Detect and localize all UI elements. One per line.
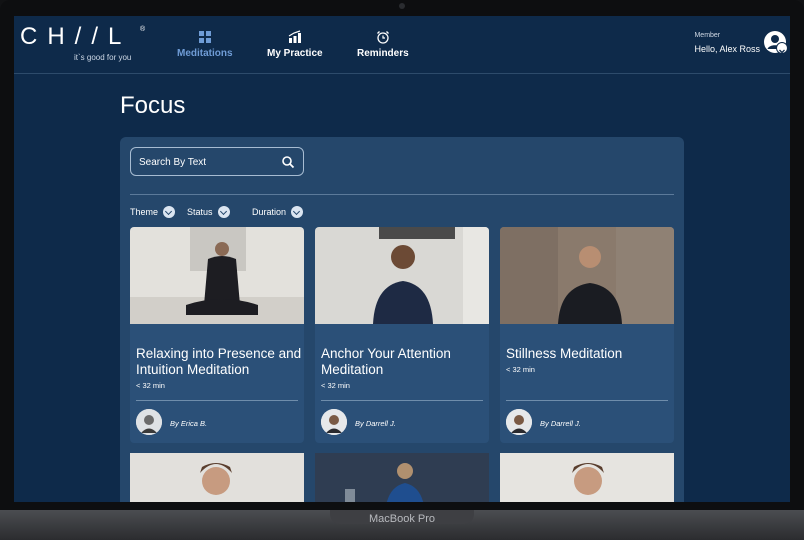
- card-title: Anchor Your Attention Meditation: [321, 346, 451, 377]
- video-thumbnail: [315, 227, 489, 324]
- grid-icon: [198, 31, 211, 43]
- page-title: Focus: [120, 92, 186, 119]
- search-icon[interactable]: [281, 155, 295, 169]
- chevron-down-icon: [217, 206, 230, 218]
- top-nav: CH//L ® it`s good for you Meditations My…: [14, 16, 790, 74]
- nav-label: Meditations: [177, 48, 233, 59]
- chart-icon: [288, 30, 301, 43]
- card-duration: < 32 min: [321, 381, 350, 390]
- member-role: Member: [694, 32, 721, 39]
- search-placeholder: Search By Text: [139, 157, 207, 168]
- video-thumbnail: [130, 227, 304, 324]
- search-input[interactable]: Search By Text: [130, 147, 304, 176]
- chevron-down-icon: [291, 206, 304, 218]
- meditation-card[interactable]: Stillness Meditation < 32 min By Darrell…: [500, 227, 674, 443]
- filter-status[interactable]: Status: [187, 206, 230, 218]
- device-label: MacBook Pro: [368, 513, 436, 525]
- alarm-clock-icon: [376, 31, 389, 44]
- webcam-icon: [399, 3, 405, 9]
- registered-mark: ®: [140, 26, 146, 33]
- nav-item-reminders[interactable]: Reminders: [357, 30, 409, 59]
- meditation-card[interactable]: [500, 453, 674, 502]
- member-greeting: Member Hello, Alex Ross: [694, 32, 760, 57]
- filter-theme[interactable]: Theme: [130, 206, 176, 218]
- chevron-down-icon[interactable]: [776, 42, 788, 54]
- divider: [136, 400, 298, 401]
- divider: [321, 400, 483, 401]
- card-title: Stillness Meditation: [506, 346, 623, 361]
- card-author: By Darrell J.: [355, 419, 396, 428]
- meditation-card[interactable]: Anchor Your Attention Meditation < 32 mi…: [315, 227, 489, 443]
- card-duration: < 32 min: [506, 365, 535, 374]
- member-name: Hello, Alex Ross: [694, 44, 760, 54]
- author-avatar: [321, 409, 347, 435]
- filter-label: Duration: [252, 207, 287, 217]
- chill-logo[interactable]: CH//L: [20, 23, 131, 51]
- video-thumbnail: [500, 227, 674, 324]
- nav-item-meditations[interactable]: Meditations: [177, 30, 233, 59]
- card-title: Relaxing into Presence and Intuition Med…: [136, 346, 302, 377]
- laptop-frame: CH//L ® it`s good for you Meditations My…: [0, 0, 804, 540]
- author-avatar: [506, 409, 532, 435]
- chevron-down-icon: [163, 206, 176, 218]
- divider: [506, 400, 668, 401]
- video-thumbnail: [500, 453, 674, 502]
- card-author: By Erica B.: [170, 419, 208, 428]
- app-screen: CH//L ® it`s good for you Meditations My…: [14, 16, 790, 502]
- meditation-panel: Search By Text Theme Status Duration Rel…: [120, 137, 684, 502]
- filter-label: Status: [187, 207, 213, 217]
- meditation-card[interactable]: [315, 453, 489, 502]
- divider: [130, 194, 674, 195]
- card-author: By Darrell J.: [540, 419, 581, 428]
- video-thumbnail: [130, 453, 304, 502]
- author-avatar: [136, 409, 162, 435]
- nav-label: My Practice: [267, 48, 323, 59]
- nav-item-my-practice[interactable]: My Practice: [267, 30, 323, 59]
- brand-tagline: it`s good for you: [74, 53, 132, 62]
- filter-label: Theme: [130, 207, 159, 217]
- meditation-card[interactable]: [130, 453, 304, 502]
- card-duration: < 32 min: [136, 381, 165, 390]
- meditation-card[interactable]: Relaxing into Presence and Intuition Med…: [130, 227, 304, 443]
- nav-label: Reminders: [357, 48, 409, 59]
- video-thumbnail: [315, 453, 489, 502]
- filter-duration[interactable]: Duration: [252, 206, 304, 218]
